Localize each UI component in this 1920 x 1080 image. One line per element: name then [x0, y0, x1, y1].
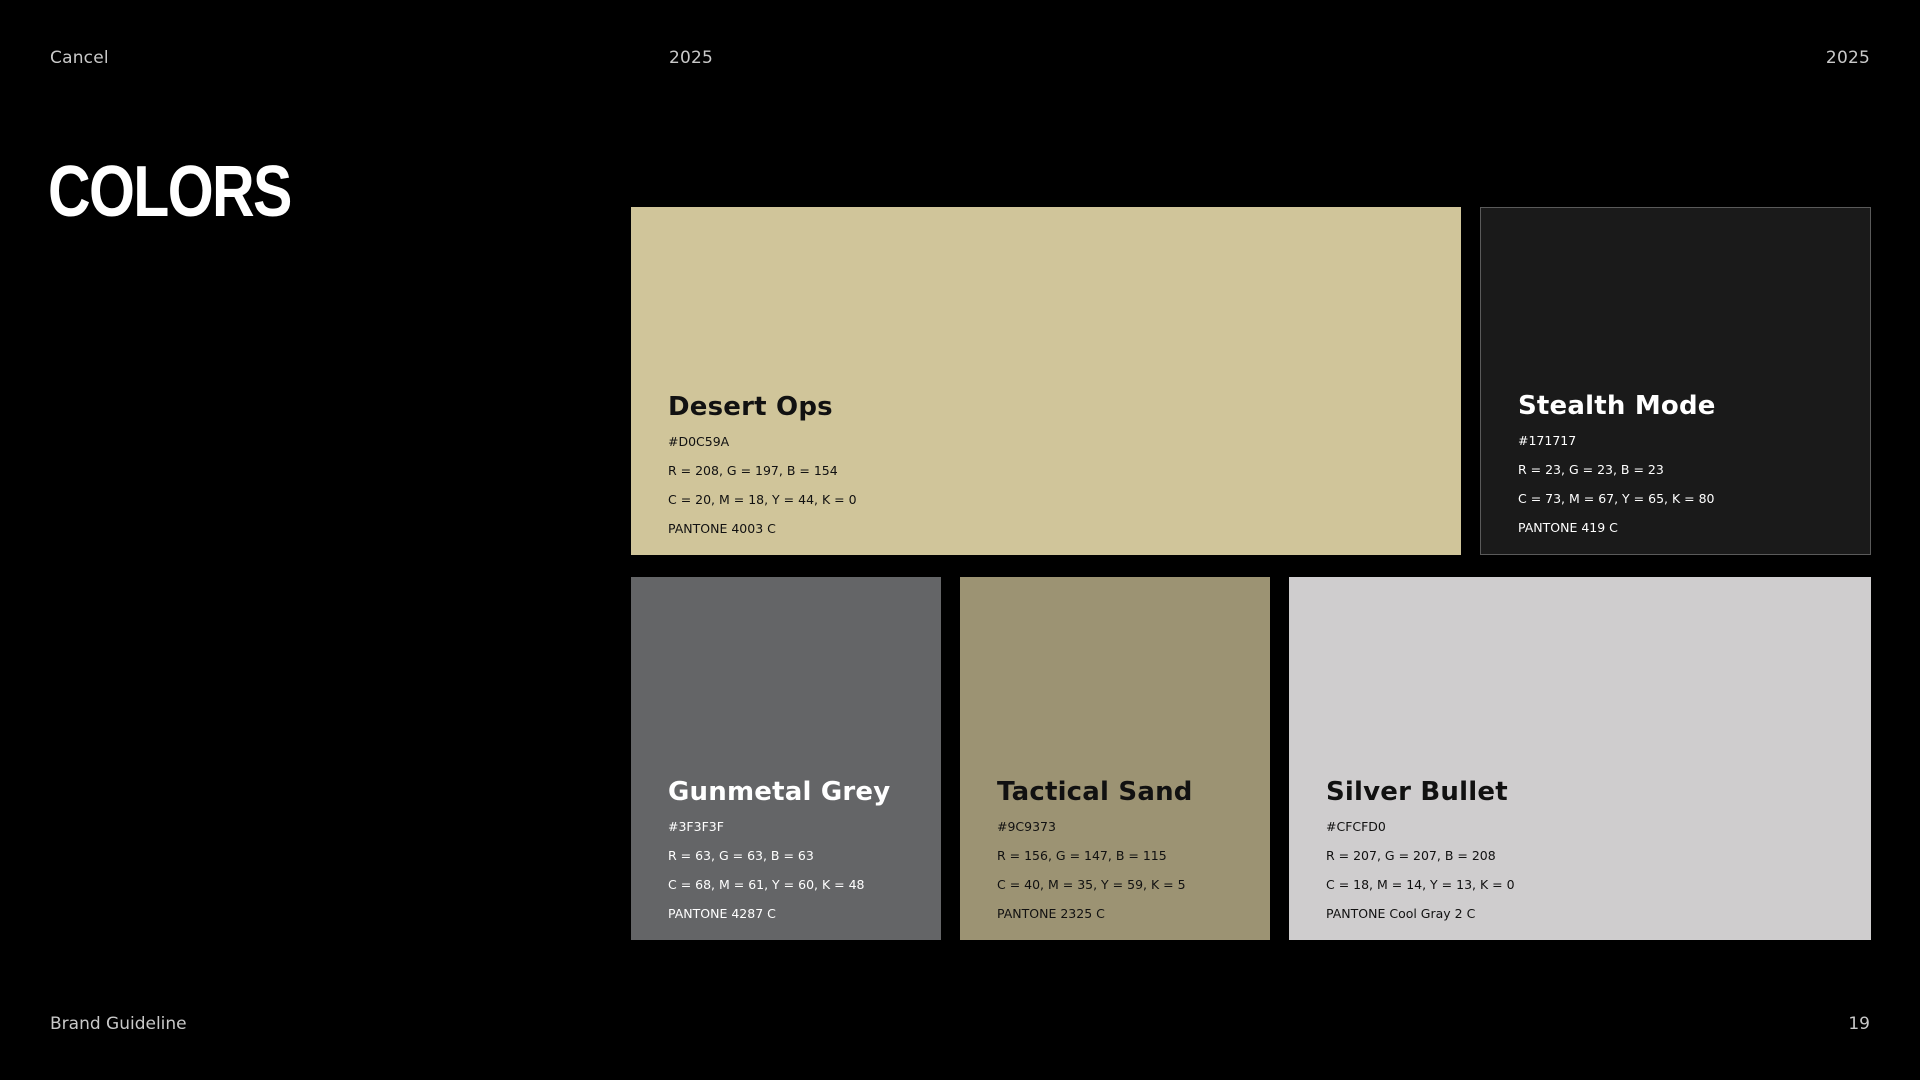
color-swatch-stealth-mode: Stealth Mode #171717 R = 23, G = 23, B =…	[1480, 207, 1871, 555]
swatch-hex: #D0C59A	[668, 434, 730, 449]
swatch-cmyk: C = 68, M = 61, Y = 60, K = 48	[668, 877, 865, 892]
swatch-name: Gunmetal Grey	[668, 777, 891, 807]
page-title: COLORS	[48, 152, 292, 232]
swatch-name: Tactical Sand	[997, 777, 1193, 807]
swatch-pantone: PANTONE 4287 C	[668, 906, 776, 921]
swatch-hex: #3F3F3F	[668, 819, 724, 834]
footer-brand-guideline: Brand Guideline	[50, 1014, 187, 1034]
swatch-name: Desert Ops	[668, 392, 833, 422]
swatch-info: Tactical Sand #9C9373 R = 156, G = 147, …	[997, 777, 1193, 921]
swatch-info: Desert Ops #D0C59A R = 208, G = 197, B =…	[668, 392, 857, 536]
swatch-hex: #CFCFD0	[1326, 819, 1386, 834]
swatch-info: Silver Bullet #CFCFD0 R = 207, G = 207, …	[1326, 777, 1515, 921]
swatch-hex: #9C9373	[997, 819, 1056, 834]
swatch-cmyk: C = 73, M = 67, Y = 65, K = 80	[1518, 491, 1715, 506]
cancel-link[interactable]: Cancel	[50, 48, 109, 68]
swatch-info: Gunmetal Grey #3F3F3F R = 63, G = 63, B …	[668, 777, 890, 921]
swatch-cmyk: C = 40, M = 35, Y = 59, K = 5	[997, 877, 1186, 892]
color-swatch-silver-bullet: Silver Bullet #CFCFD0 R = 207, G = 207, …	[1289, 577, 1871, 940]
swatch-name: Stealth Mode	[1518, 391, 1716, 421]
page-number: 19	[1848, 1014, 1870, 1034]
swatch-cmyk: C = 18, M = 14, Y = 13, K = 0	[1326, 877, 1515, 892]
header-year-center: 2025	[669, 48, 714, 68]
color-swatch-tactical-sand: Tactical Sand #9C9373 R = 156, G = 147, …	[960, 577, 1270, 940]
swatch-rgb: R = 156, G = 147, B = 115	[997, 848, 1167, 863]
swatch-rgb: R = 63, G = 63, B = 63	[668, 848, 814, 863]
swatch-hex: #171717	[1518, 433, 1577, 448]
swatch-pantone: PANTONE 4003 C	[668, 521, 776, 536]
color-swatch-gunmetal-grey: Gunmetal Grey #3F3F3F R = 63, G = 63, B …	[631, 577, 941, 940]
color-swatch-desert-ops: Desert Ops #D0C59A R = 208, G = 197, B =…	[631, 207, 1461, 555]
swatch-cmyk: C = 20, M = 18, Y = 44, K = 0	[668, 492, 857, 507]
swatch-info: Stealth Mode #171717 R = 23, G = 23, B =…	[1518, 391, 1716, 535]
swatch-rgb: R = 23, G = 23, B = 23	[1518, 462, 1664, 477]
swatch-pantone: PANTONE 2325 C	[997, 906, 1105, 921]
header-year-right: 2025	[1825, 48, 1870, 68]
swatch-pantone: PANTONE 419 C	[1518, 520, 1618, 535]
swatch-rgb: R = 208, G = 197, B = 154	[668, 463, 838, 478]
swatch-name: Silver Bullet	[1326, 777, 1508, 807]
swatch-pantone: PANTONE Cool Gray 2 C	[1326, 906, 1476, 921]
swatch-rgb: R = 207, G = 207, B = 208	[1326, 848, 1496, 863]
